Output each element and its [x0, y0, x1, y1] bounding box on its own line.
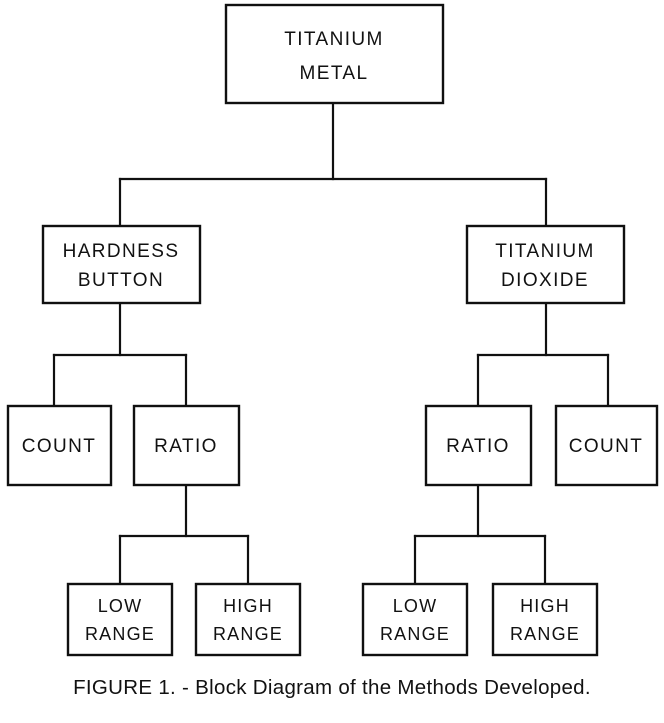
node-left-count-label: COUNT [22, 436, 97, 457]
node-hardness-button[interactable]: HARDNESS BUTTON [41, 224, 202, 305]
node-titanium-metal-line1: TITANIUM [284, 29, 384, 50]
figure-page: TITANIUM METAL HARDNESS BUTTON TITANIUM … [0, 0, 664, 723]
node-left-high-range-line1: HIGH [223, 596, 273, 616]
node-left-low-range-line1: LOW [98, 596, 143, 616]
node-titanium-metal-line2: METAL [300, 63, 369, 84]
node-left-high-range[interactable]: HIGH RANGE [194, 582, 302, 657]
node-left-high-range-box [194, 582, 302, 657]
node-left-high-range-line2: RANGE [213, 624, 283, 644]
node-left-ratio[interactable]: RATIO [132, 404, 241, 487]
node-right-low-range-line2: RANGE [380, 624, 450, 644]
node-hardness-button-box [41, 224, 202, 305]
node-right-high-range-line2: RANGE [510, 624, 580, 644]
node-titanium-metal-box [224, 3, 445, 105]
node-titanium-dioxide-line1: TITANIUM [495, 241, 595, 262]
block-diagram: TITANIUM METAL HARDNESS BUTTON TITANIUM … [6, 3, 659, 657]
node-right-low-range[interactable]: LOW RANGE [361, 582, 469, 657]
node-left-ratio-label: RATIO [154, 436, 218, 457]
node-right-high-range-box [491, 582, 599, 657]
node-left-count[interactable]: COUNT [6, 404, 113, 487]
node-left-low-range-line2: RANGE [85, 624, 155, 644]
connector-layer [52, 101, 610, 586]
node-right-low-range-line1: LOW [393, 596, 438, 616]
node-left-low-range-box [66, 582, 174, 657]
node-right-count[interactable]: COUNT [554, 404, 659, 487]
node-hardness-button-line1: HARDNESS [63, 241, 180, 262]
node-titanium-metal[interactable]: TITANIUM METAL [224, 3, 445, 105]
node-hardness-button-line2: BUTTON [78, 270, 164, 291]
node-titanium-dioxide[interactable]: TITANIUM DIOXIDE [465, 224, 626, 305]
node-right-ratio[interactable]: RATIO [424, 404, 533, 487]
node-right-high-range-line1: HIGH [520, 596, 570, 616]
node-titanium-dioxide-line2: DIOXIDE [501, 270, 589, 291]
node-right-high-range[interactable]: HIGH RANGE [491, 582, 599, 657]
figure-caption: FIGURE 1. - Block Diagram of the Methods… [73, 676, 591, 699]
node-left-low-range[interactable]: LOW RANGE [66, 582, 174, 657]
node-right-ratio-label: RATIO [446, 436, 510, 457]
node-right-count-label: COUNT [569, 436, 644, 457]
node-right-low-range-box [361, 582, 469, 657]
node-titanium-dioxide-box [465, 224, 626, 305]
